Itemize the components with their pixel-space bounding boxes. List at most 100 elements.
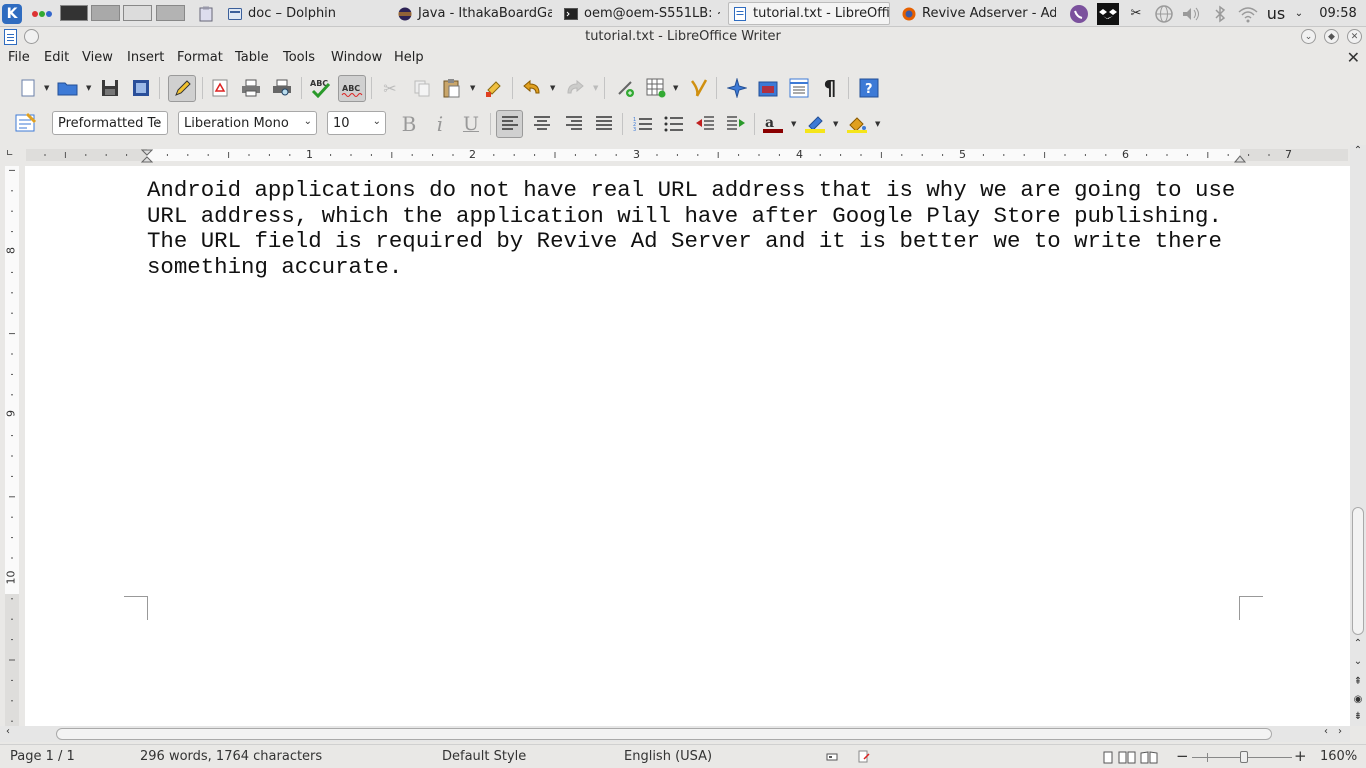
tray-expand-chevron-icon[interactable]: ⌄ xyxy=(1292,0,1306,27)
font-color-dropdown-arrow-icon[interactable]: ▼ xyxy=(791,120,796,128)
decrease-indent-icon[interactable] xyxy=(693,112,717,136)
insert-table-icon[interactable] xyxy=(644,76,668,100)
vertical-scrollbar[interactable]: ⌃ ⌃ ⌄ ⇞ ◉ ⇟ xyxy=(1350,145,1366,726)
task-terminal[interactable]: oem@oem-S551LB: ~/t xyxy=(560,0,720,27)
selection-mode-icon[interactable] xyxy=(826,751,838,763)
desktop-pager-1[interactable] xyxy=(60,5,88,21)
document-paragraph[interactable]: Android applications do not have real UR… xyxy=(147,177,1242,281)
clock[interactable]: 09:58 xyxy=(1312,0,1364,27)
keyboard-layout[interactable]: us xyxy=(1264,0,1288,27)
align-right-icon[interactable] xyxy=(562,112,586,136)
text-language[interactable]: English (USA) xyxy=(624,749,712,764)
page-indicator[interactable]: Page 1 / 1 xyxy=(10,749,75,764)
menu-edit[interactable]: Edit xyxy=(44,50,69,65)
clone-formatting-brush-icon[interactable] xyxy=(482,76,506,100)
undo-icon[interactable] xyxy=(520,76,544,100)
open-dropdown-arrow-icon[interactable]: ▼ xyxy=(86,84,91,92)
vertical-scroll-thumb[interactable] xyxy=(1352,507,1364,635)
task-libreoffice[interactable]: tutorial.txt - LibreOffic xyxy=(728,2,890,25)
close-document-icon[interactable]: ✕ xyxy=(1347,48,1360,67)
save-icon[interactable] xyxy=(98,76,122,100)
zoom-in-icon[interactable]: + xyxy=(1294,747,1307,765)
vertical-ruler[interactable]: 8 9 10 xyxy=(0,166,25,726)
application-launcher[interactable]: K xyxy=(2,0,24,27)
styles-and-formatting-icon[interactable] xyxy=(14,111,38,135)
scroll-right-arrow-icon[interactable]: › xyxy=(1332,726,1348,737)
menu-help[interactable]: Help xyxy=(394,50,424,65)
activity-switcher[interactable] xyxy=(32,0,54,27)
copy-icon[interactable] xyxy=(410,76,434,100)
dropbox-icon[interactable] xyxy=(1096,0,1120,27)
menu-window[interactable]: Window xyxy=(331,50,382,65)
task-dolphin[interactable]: doc – Dolphin xyxy=(224,0,388,27)
navigator-icon[interactable] xyxy=(725,76,749,100)
viber-icon[interactable] xyxy=(1068,0,1090,27)
desktop-pager-2[interactable] xyxy=(91,5,120,21)
navigation-circle-icon[interactable]: ◉ xyxy=(1350,694,1366,705)
help-icon[interactable]: ? xyxy=(857,76,881,100)
horizontal-scrollbar[interactable]: ‹ ‹ › xyxy=(0,726,1350,742)
highlighting-dropdown-arrow-icon[interactable]: ▼ xyxy=(833,120,838,128)
new-document-icon[interactable] xyxy=(16,76,40,100)
paste-icon[interactable] xyxy=(440,76,464,100)
print-icon[interactable] xyxy=(239,76,263,100)
gallery-icon[interactable] xyxy=(756,76,780,100)
paragraph-style-select[interactable]: Preformatted Te ⌄ xyxy=(52,111,168,135)
volume-icon[interactable] xyxy=(1180,0,1204,27)
bulleted-list-icon[interactable] xyxy=(662,112,686,136)
menu-insert[interactable]: Insert xyxy=(127,50,164,65)
zoom-slider-handle[interactable] xyxy=(1240,751,1248,763)
highlighting-icon[interactable] xyxy=(803,112,827,136)
minimize-icon[interactable]: ⌄ xyxy=(1301,29,1316,44)
window-titlebar[interactable]: tutorial.txt - LibreOffice Writer ⌄ ◆ ✕ xyxy=(0,27,1366,48)
align-left-icon[interactable] xyxy=(496,110,523,138)
page-style[interactable]: Default Style xyxy=(442,749,526,764)
formatting-marks-pilcrow-icon[interactable]: ¶ xyxy=(818,76,842,100)
multi-page-view-icon[interactable] xyxy=(1118,751,1136,764)
italic-icon[interactable]: i xyxy=(428,112,452,136)
next-page-icon[interactable]: ⇟ xyxy=(1350,711,1366,722)
maximize-icon[interactable]: ◆ xyxy=(1324,29,1339,44)
document-modified-icon[interactable] xyxy=(858,750,870,763)
network-globe-icon[interactable] xyxy=(1152,0,1176,27)
table-dropdown-arrow-icon[interactable]: ▼ xyxy=(673,84,678,92)
new-dropdown-arrow-icon[interactable]: ▼ xyxy=(44,84,49,92)
font-color-icon[interactable]: a xyxy=(761,112,785,136)
desktop-pager-3[interactable] xyxy=(123,5,152,21)
single-page-view-icon[interactable] xyxy=(1102,751,1114,764)
font-name-select[interactable]: Liberation Mono ⌄ xyxy=(178,111,317,135)
horizontal-scroll-thumb[interactable] xyxy=(56,728,1272,740)
print-preview-icon[interactable] xyxy=(270,76,294,100)
scroll-up-arrow-icon[interactable]: ⌃ xyxy=(1350,638,1366,649)
book-view-icon[interactable] xyxy=(1140,751,1158,764)
open-folder-icon[interactable] xyxy=(56,76,80,100)
background-color-dropdown-arrow-icon[interactable]: ▼ xyxy=(875,120,880,128)
klipper-scissors-icon[interactable]: ✂ xyxy=(1126,0,1146,27)
task-firefox[interactable]: Revive Adserver - Add xyxy=(898,0,1056,27)
background-color-icon[interactable] xyxy=(845,112,869,136)
paste-dropdown-arrow-icon[interactable]: ▼ xyxy=(470,84,475,92)
edit-mode-pencil-icon[interactable] xyxy=(168,75,196,102)
show-draw-functions-icon[interactable] xyxy=(687,76,711,100)
scroll-down-arrow-icon[interactable]: ⌄ xyxy=(1350,656,1366,667)
scroll-up-arrow-icon[interactable]: ⌃ xyxy=(1350,145,1366,156)
hyperlink-icon[interactable] xyxy=(613,76,637,100)
underline-icon[interactable]: U xyxy=(459,112,483,136)
redo-icon[interactable] xyxy=(563,76,587,100)
menu-format[interactable]: Format xyxy=(177,50,223,65)
export-pdf-icon[interactable] xyxy=(208,76,232,100)
data-sources-icon[interactable] xyxy=(787,76,811,100)
auto-spellcheck-icon[interactable]: ABC xyxy=(338,75,366,102)
word-count[interactable]: 296 words, 1764 characters xyxy=(140,749,322,764)
undo-dropdown-arrow-icon[interactable]: ▼ xyxy=(550,84,555,92)
numbered-list-icon[interactable]: 123 xyxy=(631,112,655,136)
menu-file[interactable]: File xyxy=(8,50,30,65)
redo-dropdown-arrow-icon[interactable]: ▼ xyxy=(593,84,598,92)
horizontal-ruler[interactable]: ∟ 1 2 3 4 5 6 7 xyxy=(0,145,1350,166)
document-canvas[interactable]: Android applications do not have real UR… xyxy=(25,166,1350,726)
wifi-icon[interactable] xyxy=(1236,0,1260,27)
cut-icon[interactable]: ✂ xyxy=(378,76,402,100)
previous-page-icon[interactable]: ⇞ xyxy=(1350,676,1366,687)
task-java[interactable]: Java - IthakaBoardGam xyxy=(394,0,552,27)
align-center-icon[interactable] xyxy=(530,112,554,136)
